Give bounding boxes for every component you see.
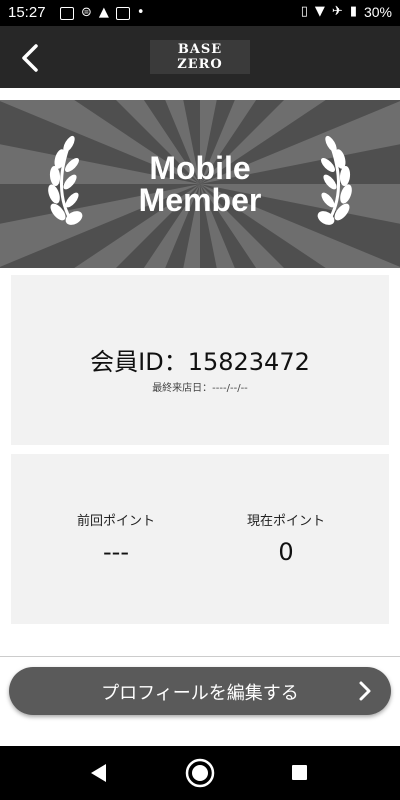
- system-icons: ▯ ▼ ✈ ▮ 30%: [301, 4, 392, 20]
- recorder-icon: ⊜: [81, 5, 92, 20]
- chevron-left-icon: [22, 44, 38, 72]
- current-points-label: 現在ポイント: [246, 514, 325, 529]
- member-banner: Mobile Member: [0, 100, 400, 268]
- banner-title-line-2: Member: [138, 182, 262, 218]
- nav-home-icon[interactable]: [184, 757, 216, 789]
- dot-icon: •: [136, 5, 145, 20]
- previous-points-value: ---: [103, 538, 129, 566]
- chevron-right-icon: [359, 681, 371, 701]
- system-nav-bar: [0, 746, 400, 800]
- battery-icon: ▮: [349, 4, 357, 19]
- logo-line-1: BASE: [177, 42, 223, 57]
- nav-back-icon[interactable]: [88, 761, 112, 785]
- member-id-card: 会員ID：15823472 最終来店日：----/--/--: [11, 275, 389, 445]
- vibrate-icon: ▯: [300, 4, 308, 19]
- edit-profile-button[interactable]: プロフィールを編集する: [9, 667, 391, 715]
- notification-icons: ⊜ ▲ •: [60, 5, 145, 21]
- edit-profile-label: プロフィールを編集する: [101, 683, 299, 704]
- status-bar: 15:27 ⊜ ▲ • ▯ ▼ ✈ ▮ 30%: [0, 0, 400, 26]
- back-button[interactable]: [14, 40, 50, 76]
- points-card: 前回ポイント --- 現在ポイント 0: [11, 454, 389, 624]
- app-header: BASE ZERO: [0, 26, 400, 88]
- image-icon: [60, 6, 74, 20]
- wifi-icon: ▼: [314, 4, 325, 19]
- current-points-value: 0: [278, 538, 294, 566]
- warning-icon: ▲: [98, 5, 109, 20]
- previous-points-label: 前回ポイント: [76, 514, 155, 529]
- banner-title-line-1: Mobile: [149, 150, 251, 186]
- divider: [0, 656, 400, 657]
- last-visit-date: 最終来店日：----/--/--: [152, 383, 248, 394]
- status-time: 15:27: [8, 4, 46, 21]
- nav-recents-icon[interactable]: [292, 765, 307, 780]
- battery-percent: 30%: [363, 4, 392, 20]
- member-id: 会員ID：15823472: [90, 348, 310, 376]
- logo-line-2: ZERO: [177, 57, 223, 72]
- brand-logo: BASE ZERO: [150, 40, 250, 74]
- app-icon: [115, 6, 130, 20]
- airplane-icon: ✈: [331, 4, 343, 19]
